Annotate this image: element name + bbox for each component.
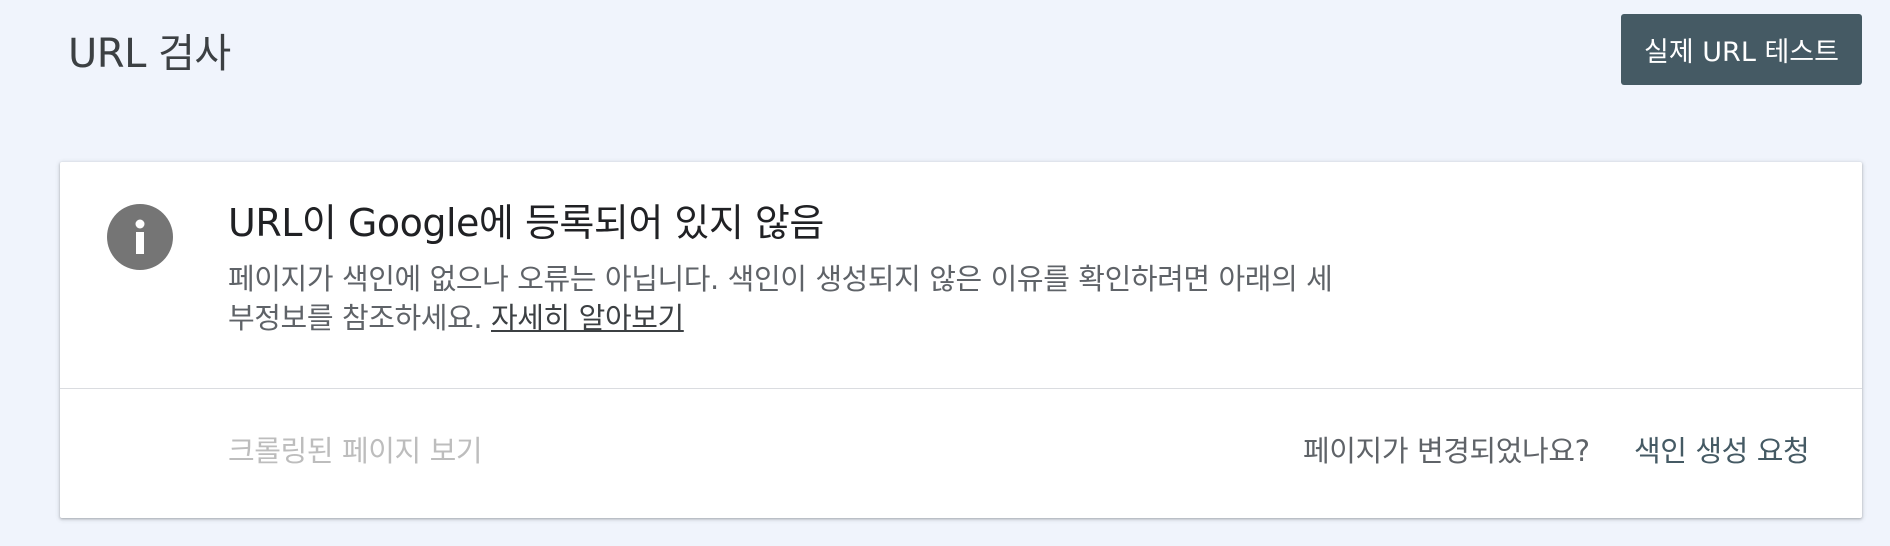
divider bbox=[60, 388, 1862, 389]
request-indexing-button[interactable]: 색인 생성 요청 bbox=[1634, 429, 1810, 473]
live-url-test-button[interactable]: 실제 URL 테스트 bbox=[1621, 14, 1862, 85]
description-line-1: 페이지가 색인에 없으나 오류는 아닙니다. 색인이 생성되지 않은 이유를 확… bbox=[228, 262, 1333, 296]
status-heading: URL이 Google에 등록되어 있지 않음 bbox=[228, 201, 824, 245]
description-line-2: 부정보를 참조하세요. bbox=[228, 301, 483, 335]
status-card: URL이 Google에 등록되어 있지 않음 페이지가 색인에 없으나 오류는… bbox=[60, 162, 1862, 518]
info-icon bbox=[107, 204, 173, 270]
status-description: 페이지가 색인에 없으나 오류는 아닙니다. 색인이 생성되지 않은 이유를 확… bbox=[228, 260, 1428, 338]
page-changed-label: 페이지가 변경되었나요? bbox=[1303, 434, 1590, 468]
learn-more-link[interactable]: 자세히 알아보기 bbox=[491, 301, 684, 335]
view-crawled-page-link[interactable]: 크롤링된 페이지 보기 bbox=[228, 431, 483, 471]
page-title: URL 검사 bbox=[68, 31, 231, 77]
